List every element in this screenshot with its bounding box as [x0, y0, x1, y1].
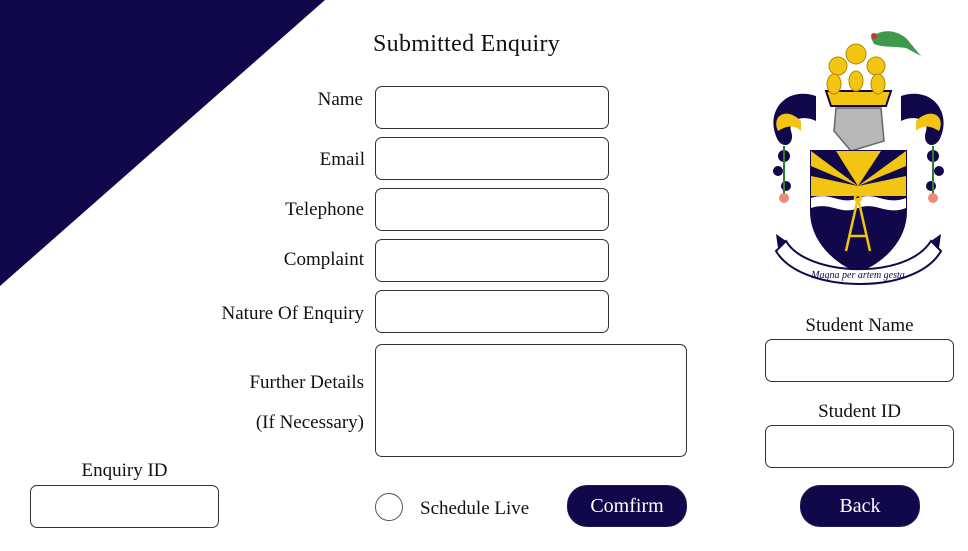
complaint-input[interactable]	[375, 239, 609, 282]
further-details-label: Further Details	[249, 372, 364, 393]
back-button[interactable]: Back	[800, 485, 920, 527]
name-input[interactable]	[375, 86, 609, 129]
email-input[interactable]	[375, 137, 609, 180]
crest-motto: Magna per artem gesta	[810, 270, 905, 281]
page-title: Submitted Enquiry	[373, 31, 561, 57]
student-name-label: Student Name	[805, 315, 914, 336]
corner-decoration	[0, 0, 325, 286]
nature-of-enquiry-input[interactable]	[375, 290, 609, 333]
nature-of-enquiry-label: Nature Of Enquiry	[221, 303, 364, 324]
enquiry-id-label: Enquiry ID	[81, 460, 168, 481]
further-details-note: (If Necessary)	[255, 412, 364, 433]
telephone-input[interactable]	[375, 188, 609, 231]
telephone-label: Telephone	[285, 199, 364, 220]
student-id-label: Student ID	[818, 401, 901, 422]
student-id-input[interactable]	[765, 425, 954, 468]
further-details-textarea[interactable]	[375, 344, 687, 457]
schedule-live-radio[interactable]	[375, 493, 403, 521]
schedule-live-label: Schedule Live	[420, 498, 530, 519]
enquiry-id-input[interactable]	[30, 485, 219, 528]
email-label: Email	[319, 149, 365, 170]
student-name-input[interactable]	[765, 339, 954, 382]
confirm-button[interactable]: Comfirm	[567, 485, 687, 527]
complaint-label: Complaint	[283, 249, 364, 270]
name-label: Name	[317, 89, 363, 110]
university-crest-icon: Magna per artem gesta	[773, 31, 944, 285]
